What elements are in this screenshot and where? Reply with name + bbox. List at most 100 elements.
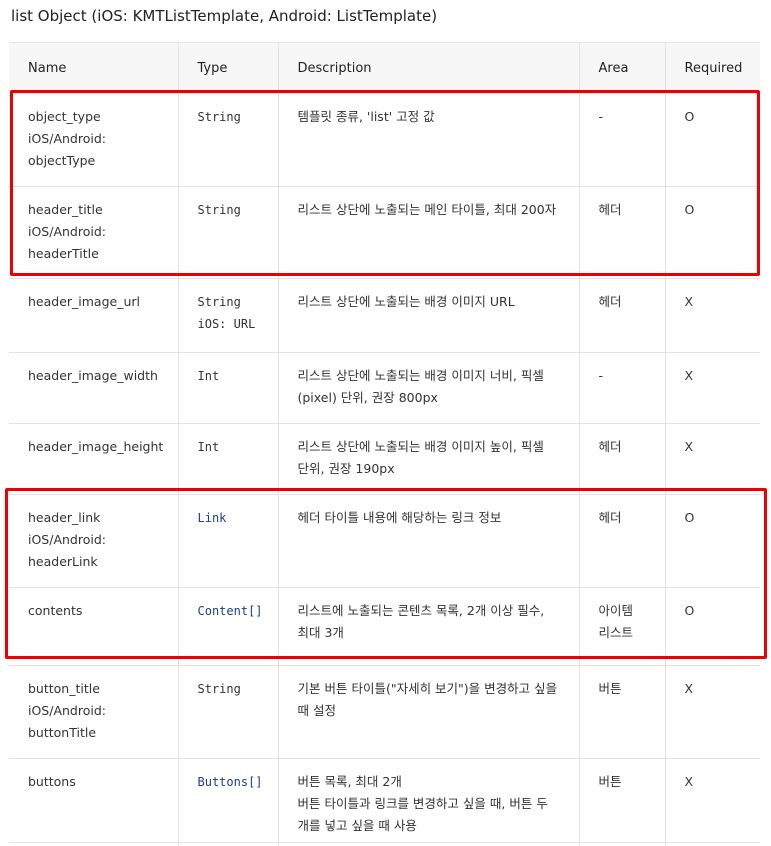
cell-required: X bbox=[664, 423, 760, 495]
type-line: String bbox=[197, 682, 241, 696]
name-line: iOS/Android: bbox=[28, 131, 106, 146]
list-object-table: Name Type Description Area Required obje… bbox=[9, 42, 760, 846]
cell-type: Buttons[] bbox=[177, 758, 278, 846]
header-type: Type bbox=[177, 42, 278, 94]
area-line: 버튼 bbox=[598, 774, 622, 789]
cell-area: 버튼 bbox=[578, 758, 665, 846]
header-description: Description bbox=[277, 42, 579, 94]
cell-description: 리스트 상단에 노출되는 배경 이미지 너비, 픽셀 (pixel) 단위, 권… bbox=[277, 352, 579, 424]
description-line: 개를 넣고 싶을 때 사용 bbox=[297, 818, 417, 833]
cell-area: - bbox=[578, 93, 665, 187]
required-value: O bbox=[684, 603, 695, 618]
area-line: - bbox=[598, 109, 604, 124]
type-line: iOS: URL bbox=[197, 317, 256, 331]
name-line: iOS/Android: bbox=[28, 532, 106, 547]
description-line: 최대 3개 bbox=[297, 625, 344, 640]
cell-required: O bbox=[664, 587, 760, 666]
name-line: headerTitle bbox=[28, 246, 99, 261]
name-line: headerLink bbox=[28, 554, 98, 569]
area-line: 버튼 bbox=[598, 681, 622, 696]
cell-name: header_image_height bbox=[9, 423, 178, 495]
area-line: 헤더 bbox=[598, 202, 622, 217]
cell-name: contents bbox=[9, 587, 178, 666]
cell-description: 헤더 타이틀 내용에 해당하는 링크 정보 bbox=[277, 494, 579, 588]
cell-area: - bbox=[578, 352, 665, 424]
cell-type: Int bbox=[177, 423, 278, 495]
required-value: O bbox=[684, 109, 695, 124]
table-row: object_type iOS/Android: objectType Stri… bbox=[9, 93, 760, 187]
cell-description: 템플릿 종류, 'list' 고정 값 bbox=[277, 93, 579, 187]
cell-type: Content[] bbox=[177, 587, 278, 666]
area-line: 아이템 bbox=[598, 603, 634, 618]
name-line: header_image_width bbox=[28, 368, 158, 383]
type-link[interactable]: Content[] bbox=[198, 600, 263, 622]
description-line: 리스트 상단에 노출되는 배경 이미지 URL bbox=[297, 294, 515, 309]
type-line: String bbox=[197, 295, 241, 309]
type-line: String bbox=[197, 110, 241, 124]
table-row: buttons Buttons[] 버튼 목록, 최대 2개 버튼 타이틀과 링… bbox=[9, 758, 760, 846]
cell-description: 기본 버튼 타이틀("자세히 보기")을 변경하고 싶을 때 설정 bbox=[277, 665, 579, 759]
area-line: 헤더 bbox=[598, 510, 622, 525]
cell-area: 아이템 리스트 bbox=[578, 587, 665, 666]
area-line: 헤더 bbox=[598, 439, 622, 454]
cell-type: String iOS: URL bbox=[177, 278, 278, 353]
description-line: 리스트에 노출되는 콘텐츠 목록, 2개 이상 필수, bbox=[297, 603, 545, 618]
header-area: Area bbox=[578, 42, 665, 94]
description-line: (pixel) 단위, 권장 800px bbox=[297, 390, 438, 405]
table-row: contents Content[] 리스트에 노출되는 콘텐츠 목록, 2개 … bbox=[9, 587, 760, 666]
cell-required: X bbox=[664, 278, 760, 353]
cell-name: object_type iOS/Android: objectType bbox=[9, 93, 178, 187]
cell-name: button_title iOS/Android: buttonTitle bbox=[9, 665, 178, 759]
description-line: 버튼 타이틀과 링크를 변경하고 싶을 때, 버튼 두 bbox=[297, 796, 548, 811]
cell-required: O bbox=[664, 186, 760, 279]
page-title: list Object (iOS: KMTListTemplate, Andro… bbox=[11, 7, 438, 25]
name-line: buttonTitle bbox=[28, 725, 97, 740]
cell-description: 버튼 목록, 최대 2개 버튼 타이틀과 링크를 변경하고 싶을 때, 버튼 두… bbox=[277, 758, 579, 846]
name-line: objectType bbox=[28, 153, 96, 168]
name-line: buttons bbox=[28, 774, 76, 789]
required-value: X bbox=[684, 439, 694, 454]
name-line: contents bbox=[28, 603, 83, 618]
table-row: header_title iOS/Android: headerTitle St… bbox=[9, 186, 760, 279]
cell-area: 헤더 bbox=[578, 186, 665, 279]
cell-type: Link bbox=[177, 494, 278, 588]
table-bottom-divider bbox=[9, 842, 760, 843]
required-value: X bbox=[684, 774, 694, 789]
table-row: header_image_url String iOS: URL 리스트 상단에… bbox=[9, 278, 760, 353]
table-header-row: Name Type Description Area Required bbox=[9, 42, 760, 94]
cell-type: Int bbox=[177, 352, 278, 424]
description-line: 헤더 타이틀 내용에 해당하는 링크 정보 bbox=[297, 510, 502, 525]
description-line: 리스트 상단에 노출되는 메인 타이틀, 최대 200자 bbox=[297, 202, 557, 217]
description-line: 버튼 목록, 최대 2개 bbox=[297, 774, 402, 789]
cell-name: buttons bbox=[9, 758, 178, 846]
table-row: header_link iOS/Android: headerLink Link… bbox=[9, 494, 760, 588]
description-line: 때 설정 bbox=[297, 703, 336, 718]
header-required: Required bbox=[664, 42, 760, 94]
name-line: button_title bbox=[28, 681, 100, 696]
name-line: object_type bbox=[28, 109, 101, 124]
cell-name: header_link iOS/Android: headerLink bbox=[9, 494, 178, 588]
name-line: iOS/Android: bbox=[28, 224, 106, 239]
table-row: header_image_height Int 리스트 상단에 노출되는 배경 … bbox=[9, 423, 760, 495]
cell-name: header_image_url bbox=[9, 278, 178, 353]
description-line: 기본 버튼 타이틀("자세히 보기")을 변경하고 싶을 bbox=[297, 681, 558, 696]
type-line: Int bbox=[197, 440, 220, 454]
cell-type: String bbox=[177, 186, 278, 279]
required-value: X bbox=[684, 681, 694, 696]
cell-type: String bbox=[177, 665, 278, 759]
description-line: 템플릿 종류, 'list' 고정 값 bbox=[297, 109, 435, 124]
type-link[interactable]: Buttons[] bbox=[198, 771, 263, 793]
type-link[interactable]: Link bbox=[198, 507, 259, 529]
cell-required: X bbox=[664, 352, 760, 424]
cell-description: 리스트에 노출되는 콘텐츠 목록, 2개 이상 필수, 최대 3개 bbox=[277, 587, 579, 666]
name-line: header_title bbox=[28, 202, 103, 217]
cell-type: String bbox=[177, 93, 278, 187]
cell-area: 버튼 bbox=[578, 665, 665, 759]
cell-description: 리스트 상단에 노출되는 메인 타이틀, 최대 200자 bbox=[277, 186, 579, 279]
required-value: X bbox=[684, 368, 694, 383]
description-line: 단위, 권장 190px bbox=[297, 461, 395, 476]
required-value: O bbox=[684, 510, 695, 525]
required-value: O bbox=[684, 202, 695, 217]
area-line: 헤더 bbox=[598, 294, 622, 309]
cell-required: X bbox=[664, 665, 760, 759]
